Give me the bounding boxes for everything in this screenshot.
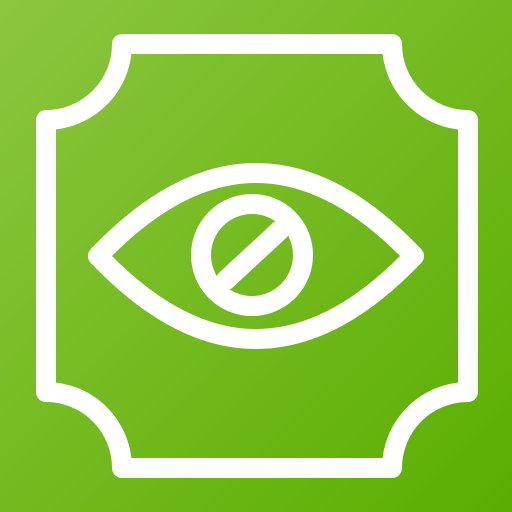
app-icon[interactable] <box>0 0 512 512</box>
blocked-pupil-icon <box>191 194 313 316</box>
icon-glyph <box>36 34 478 478</box>
